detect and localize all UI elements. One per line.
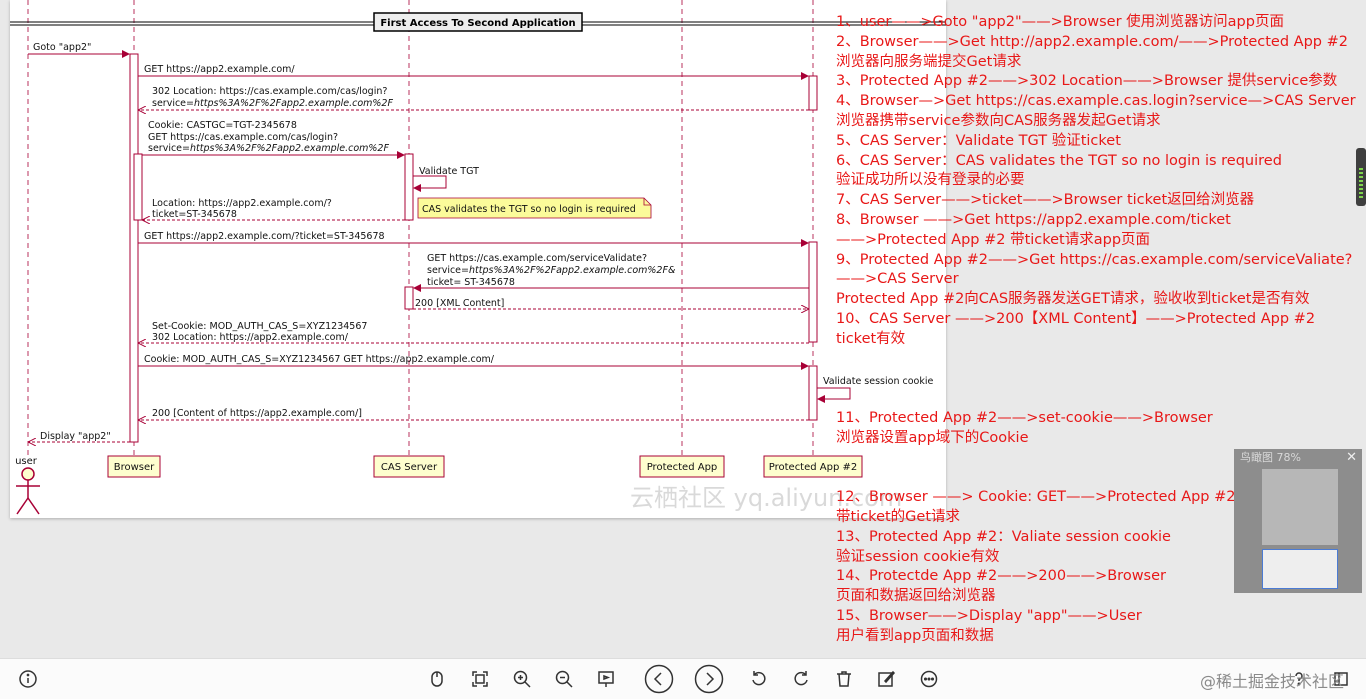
annotation-line: [836, 369, 1362, 389]
msg-goto-app2: Goto "app2": [33, 42, 91, 53]
annotation-line: 验证成功所以没有登录的必要: [836, 172, 1025, 189]
activation-cas-2: [404, 286, 414, 310]
delete-icon[interactable]: [833, 668, 855, 690]
birds-eye-panel[interactable]: 鸟瞰图 78% ✕: [1234, 449, 1362, 593]
annotation-line: 浏览器向服务端提交Get请求: [836, 53, 1022, 70]
annotation-line: ——>Protected App #2 带ticket请求app页面: [836, 231, 1151, 248]
sequence-diagram: First Access To Second Application Goto …: [10, 0, 946, 518]
annotation-line: ticket有效: [836, 330, 906, 347]
msg-get-cas-login: GET https://cas.example.com/cas/login?: [148, 132, 338, 143]
msg-302-service: service=https%3A%2F%2Fapp2.example.com%2…: [152, 98, 393, 109]
annotation-line: 5、CAS Server：Validate TGT 验证ticket: [836, 132, 1121, 149]
participant-cas: CAS Server: [381, 462, 438, 473]
msg-service-validate-ticket: ticket= ST-345678: [427, 277, 515, 288]
diagram-title: First Access To Second Application: [380, 18, 575, 29]
watermark-corner: @稀土掘金技术社区: [1200, 672, 1345, 691]
zoom-out-icon[interactable]: [553, 668, 575, 690]
annotation-line: 11、Protected App #2——>set-cookie——>Brows…: [836, 409, 1213, 426]
annotation-line: 浏览器携带service参数向CAS服务器发起Get请求: [836, 112, 1161, 129]
next-icon[interactable]: [694, 664, 724, 694]
viewer-toolbar: [0, 658, 1366, 699]
edit-icon[interactable]: [875, 668, 897, 690]
birds-eye-preview[interactable]: [1262, 469, 1338, 545]
info-icon[interactable]: [17, 668, 39, 690]
birds-eye-viewport[interactable]: [1262, 549, 1338, 589]
msg-200-xml: 200 [XML Content]: [415, 298, 504, 309]
annotation-line: 6、CAS Server：CAS validates the TGT so no…: [836, 152, 1282, 169]
previous-icon[interactable]: [644, 664, 674, 694]
rotate-right-icon[interactable]: [790, 668, 812, 690]
annotation-line: 7、CAS Server——>ticket——>Browser ticket返回…: [836, 192, 1255, 209]
annotation-line: ——>CAS Server: [836, 271, 959, 288]
annotation-line: [836, 350, 1362, 370]
msg-service-validate: GET https://cas.example.com/serviceValid…: [427, 253, 647, 264]
annotation-line: 4、Browser—>Get https://cas.example.cas.l…: [836, 93, 1356, 110]
msg-302-location-app2: 302 Location: https://app2.example.com/: [152, 332, 349, 343]
annotation-line: 1、user——>Goto "app2"——>Browser 使用浏览器访问ap…: [836, 14, 1284, 30]
msg-get-with-ticket: GET https://app2.example.com/?ticket=ST-…: [144, 231, 385, 242]
rotate-left-icon[interactable]: [748, 668, 770, 690]
birds-eye-title: 鸟瞰图 78%: [1240, 451, 1301, 464]
scroll-indicator[interactable]: [1356, 148, 1366, 206]
participant-browser: Browser: [114, 462, 155, 473]
msg-ticket-value: ticket=ST-345678: [152, 209, 237, 220]
msg-302-location: 302 Location: https://cas.example.com/ca…: [152, 86, 387, 97]
msg-validate-tgt: Validate TGT: [419, 166, 479, 177]
msg-location-ticket: Location: https://app2.example.com/?: [152, 198, 332, 209]
more-icon[interactable]: [918, 668, 940, 690]
user-actor-icon: [16, 467, 40, 515]
annotation-line: 2、Browser——>Get http://app2.example.com/…: [836, 33, 1348, 50]
activation-app2-3: [808, 365, 818, 421]
hand-icon[interactable]: [426, 668, 448, 690]
annotation-line: 3、Protected App #2——>302 Location——>Brow…: [836, 73, 1338, 90]
msg-set-cookie: Set-Cookie: MOD_AUTH_CAS_S=XYZ1234567: [152, 321, 367, 332]
annotation-line: 用户看到app页面和数据: [836, 627, 994, 644]
activation-cas-1: [404, 153, 414, 221]
annotation-line: [836, 389, 1362, 409]
annotation-line: 8、Browser ——>Get https://app2.example.co…: [836, 211, 1231, 228]
diagram-canvas: First Access To Second Application Goto …: [10, 0, 946, 515]
msg-service-validate-service: service=https%3A%2F%2Fapp2.example.com%2…: [427, 265, 675, 276]
msg-cookie-get: Cookie: MOD_AUTH_CAS_S=XYZ1234567 GET ht…: [144, 354, 495, 365]
zoom-in-icon[interactable]: [511, 668, 533, 690]
activation-browser: [129, 53, 139, 443]
note-text: CAS validates the TGT so no login is req…: [422, 204, 636, 215]
msg-get-app2: GET https://app2.example.com/: [144, 64, 295, 75]
annotation-line: 浏览器设置app域下的Cookie: [836, 429, 1029, 446]
activation-browser-inner: [133, 153, 143, 221]
activation-app2-2: [808, 241, 818, 343]
actor-user-label: user: [15, 456, 38, 467]
presentation-icon[interactable]: [595, 668, 617, 690]
msg-display-app2: Display "app2": [40, 431, 111, 442]
annotation-line: 15、Browser——>Display "app"——>User: [836, 607, 1142, 624]
activation-app2-1: [808, 75, 818, 111]
birds-eye-close-icon[interactable]: ✕: [1346, 450, 1357, 465]
fit-screen-icon[interactable]: [469, 668, 491, 690]
annotation-line: 10、CAS Server ——>200【XML Content】——>Prot…: [836, 310, 1316, 327]
msg-cas-login-service: service=https%3A%2F%2Fapp2.example.com%2…: [148, 143, 389, 154]
msg-cookie-castgc: Cookie: CASTGC=TGT-2345678: [148, 120, 297, 131]
annotation-line: Protected App #2向CAS服务器发送GET请求，验收收到ticke…: [836, 291, 1310, 308]
msg-200-content: 200 [Content of https://app2.example.com…: [152, 408, 362, 419]
annotation-line: 9、Protected App #2——>Get https://cas.exa…: [836, 251, 1353, 268]
participant-app1: Protected App: [647, 462, 718, 473]
